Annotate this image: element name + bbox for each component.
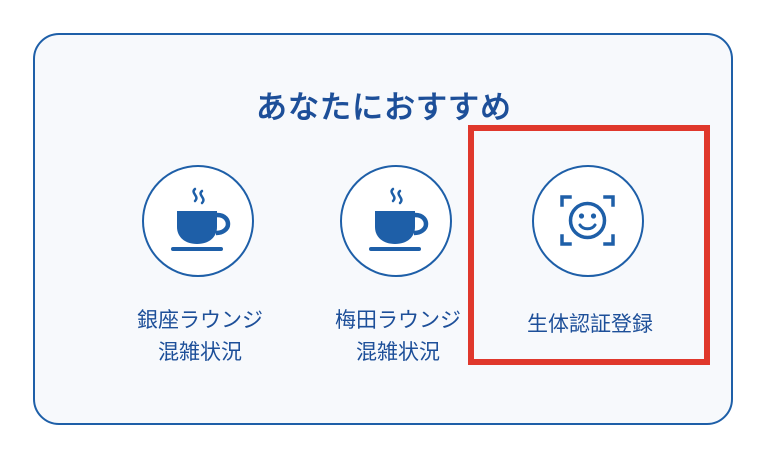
section-title: あなたにおすすめ <box>256 90 512 126</box>
icon-circle <box>340 165 452 277</box>
icon-circle <box>142 165 254 277</box>
highlight-frame <box>468 125 710 365</box>
coffee-cup-icon <box>369 187 429 251</box>
tile-label-line2: 混雑状況 <box>158 340 242 364</box>
tile-label-line1: 銀座ラウンジ <box>137 308 263 332</box>
coffee-cup-icon <box>171 187 231 251</box>
ginza-lounge-congestion-tile[interactable]: 銀座ラウンジ 混雑状況 <box>110 165 290 395</box>
umeda-lounge-congestion-tile[interactable]: 梅田ラウンジ 混雑状況 <box>308 165 488 395</box>
